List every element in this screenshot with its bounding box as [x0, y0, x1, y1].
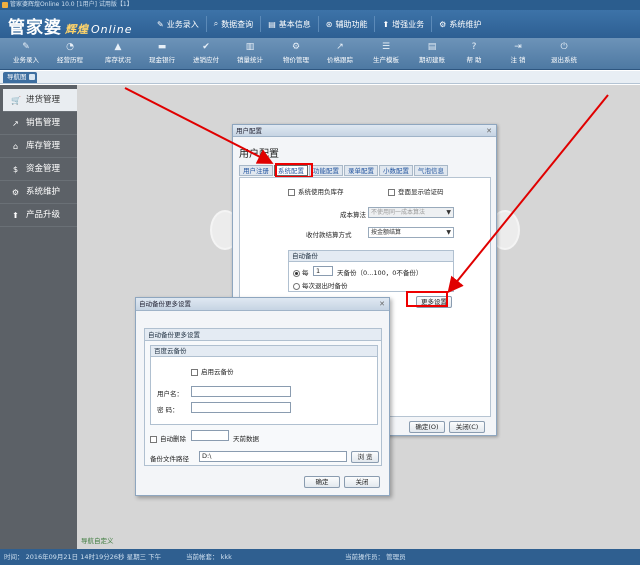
- annotation-arrows: [124, 87, 609, 294]
- status-operator: 当前操作员： 管理员: [345, 553, 406, 561]
- annotation-arrow-to-tab: [124, 87, 274, 164]
- status-account: 当前帐套： kkk: [186, 553, 232, 561]
- status-datetime: 时间： 2016年09月21日 14时19分26秒 星期三 下午: [4, 553, 162, 561]
- status-bar: 时间： 2016年09月21日 14时19分26秒 星期三 下午 当前帐套： k…: [0, 549, 640, 565]
- annotation-arrow-to-more-settings: [447, 94, 609, 294]
